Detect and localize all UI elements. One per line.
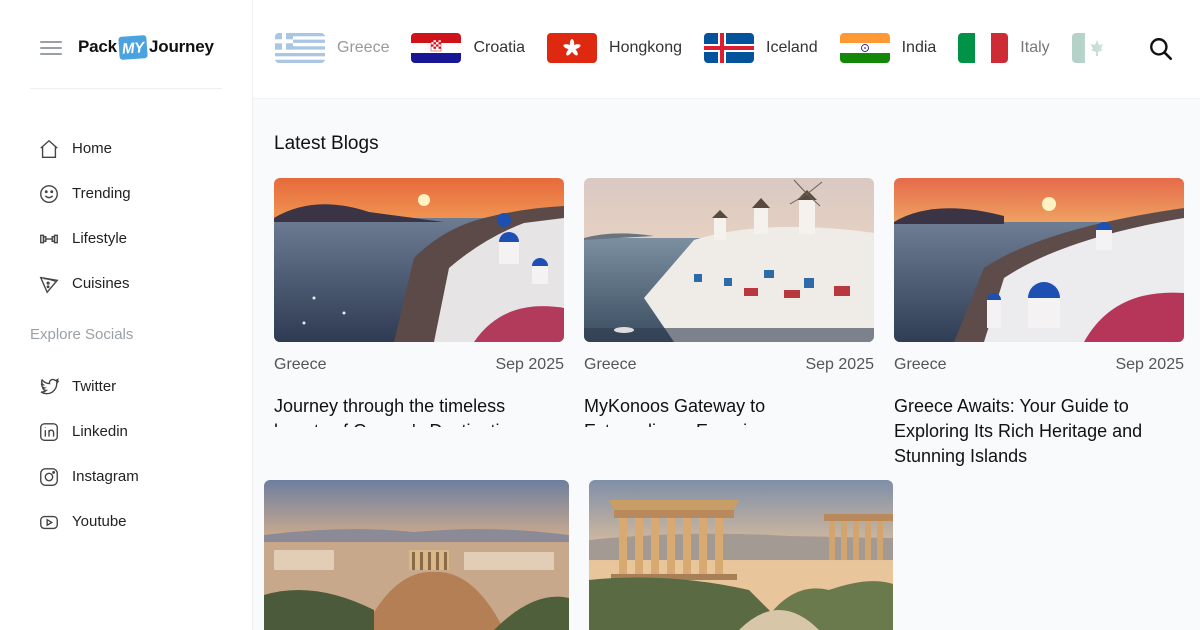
sidebar-item-label: Cuisines <box>72 275 130 292</box>
blog-card[interactable]: Greece Sep 2025 MyKonoos Gateway to Extr… <box>584 178 874 427</box>
blog-image[interactable] <box>894 178 1184 342</box>
country-label: Italy <box>1020 39 1050 56</box>
sidebar-item-cuisines[interactable]: Cuisines <box>38 261 131 306</box>
smile-icon <box>40 184 58 203</box>
socials-heading: Explore Socials <box>30 326 134 343</box>
blog-card[interactable] <box>589 480 893 630</box>
sidebar-item-label: Home <box>72 140 113 157</box>
country-bar: Greece Croatia Hongkong Iceland India It… <box>253 0 1200 99</box>
social-item-linkedin[interactable]: Linkedin <box>38 409 139 454</box>
sidebar-item-lifestyle[interactable]: Lifestyle <box>38 216 131 261</box>
blog-image[interactable] <box>584 178 874 342</box>
blog-image[interactable] <box>264 480 569 630</box>
sidebar-item-home[interactable]: Home <box>38 126 131 171</box>
social-item-label: Linkedin <box>72 423 128 440</box>
blog-title[interactable]: MyKonoos Gateway to Extraordinary Experi… <box>584 394 874 427</box>
india-flag-icon <box>839 33 890 63</box>
country-italy[interactable]: Italy <box>958 33 1050 63</box>
social-item-twitter[interactable]: Twitter <box>38 364 139 409</box>
blog-image[interactable] <box>589 480 893 630</box>
country-label: Greece <box>337 39 390 56</box>
sidebar-item-label: Trending <box>72 185 131 202</box>
main-content: Latest Blogs Greece Sep 2025 Journey thr… <box>253 99 1200 630</box>
country-iceland[interactable]: Iceland <box>704 33 818 63</box>
blog-image[interactable] <box>274 178 564 342</box>
country-label: Hongkong <box>609 39 682 56</box>
country-list: Greece Croatia Hongkong Iceland India It… <box>275 33 1156 63</box>
country-hongkong[interactable]: Hongkong <box>547 33 682 63</box>
logo[interactable]: Pack MY Journey <box>78 34 214 60</box>
greece-flag-icon <box>275 33 325 63</box>
blog-category[interactable]: Greece <box>894 356 946 374</box>
pizza-icon <box>39 276 59 294</box>
sidebar-nav: Home Trending Lifestyle Cuisines <box>38 126 131 306</box>
twitter-icon <box>40 377 60 394</box>
section-title: Latest Blogs <box>274 133 379 154</box>
blog-card[interactable]: Greece Sep 2025 Greece Awaits: Your Guid… <box>894 178 1184 469</box>
logo-text-pack: Pack <box>78 37 117 56</box>
blog-date: Sep 2025 <box>805 356 874 373</box>
search-icon[interactable] <box>1148 36 1174 62</box>
italy-flag-icon <box>958 33 1009 63</box>
hongkong-flag-icon <box>547 33 598 63</box>
country-india[interactable]: India <box>839 33 937 63</box>
blog-category[interactable]: Greece <box>274 356 326 374</box>
social-item-label: Twitter <box>72 378 117 395</box>
logo-text-my: MY <box>118 34 148 60</box>
youtube-icon <box>40 515 58 529</box>
blog-card[interactable]: Greece Sep 2025 Journey through the time… <box>274 178 564 427</box>
blog-card[interactable] <box>264 480 569 630</box>
sidebar-item-label: Lifestyle <box>72 230 128 247</box>
instagram-icon <box>40 467 58 486</box>
blog-date: Sep 2025 <box>1115 356 1184 373</box>
blog-meta: Greece Sep 2025 <box>584 356 874 374</box>
linkedin-icon <box>40 422 58 441</box>
social-item-label: Instagram <box>72 468 139 485</box>
country-label: Iceland <box>766 39 818 56</box>
dumbbell-icon <box>40 234 58 243</box>
blog-meta: Greece Sep 2025 <box>274 356 564 374</box>
sidebar-item-trending[interactable]: Trending <box>38 171 131 216</box>
croatia-flag-icon <box>411 33 462 63</box>
social-item-instagram[interactable]: Instagram <box>38 454 139 499</box>
country-label: India <box>901 39 937 56</box>
country-label: Croatia <box>473 39 526 56</box>
sidebar: Pack MY Journey Home Trending Lifestyle … <box>0 0 253 630</box>
home-icon <box>40 139 58 158</box>
sidebar-divider <box>30 88 222 89</box>
iceland-flag-icon <box>704 33 754 63</box>
logo-text-journey: Journey <box>149 37 214 56</box>
blog-category[interactable]: Greece <box>584 356 636 374</box>
brand-row: Pack MY Journey <box>40 30 214 64</box>
menu-icon[interactable] <box>40 39 62 55</box>
social-item-label: Youtube <box>72 513 127 530</box>
social-item-youtube[interactable]: Youtube <box>38 499 139 544</box>
blog-title[interactable]: Greece Awaits: Your Guide to Exploring I… <box>894 394 1184 469</box>
country-bar-fade <box>1080 20 1140 78</box>
country-greece[interactable]: Greece <box>275 33 389 63</box>
blog-title[interactable]: Journey through the timeless beauty of G… <box>274 394 564 427</box>
socials-list: Twitter Linkedin Instagram Youtube <box>38 364 139 544</box>
blog-meta: Greece Sep 2025 <box>894 356 1184 374</box>
blog-date: Sep 2025 <box>495 356 564 373</box>
country-croatia[interactable]: Croatia <box>411 33 525 63</box>
